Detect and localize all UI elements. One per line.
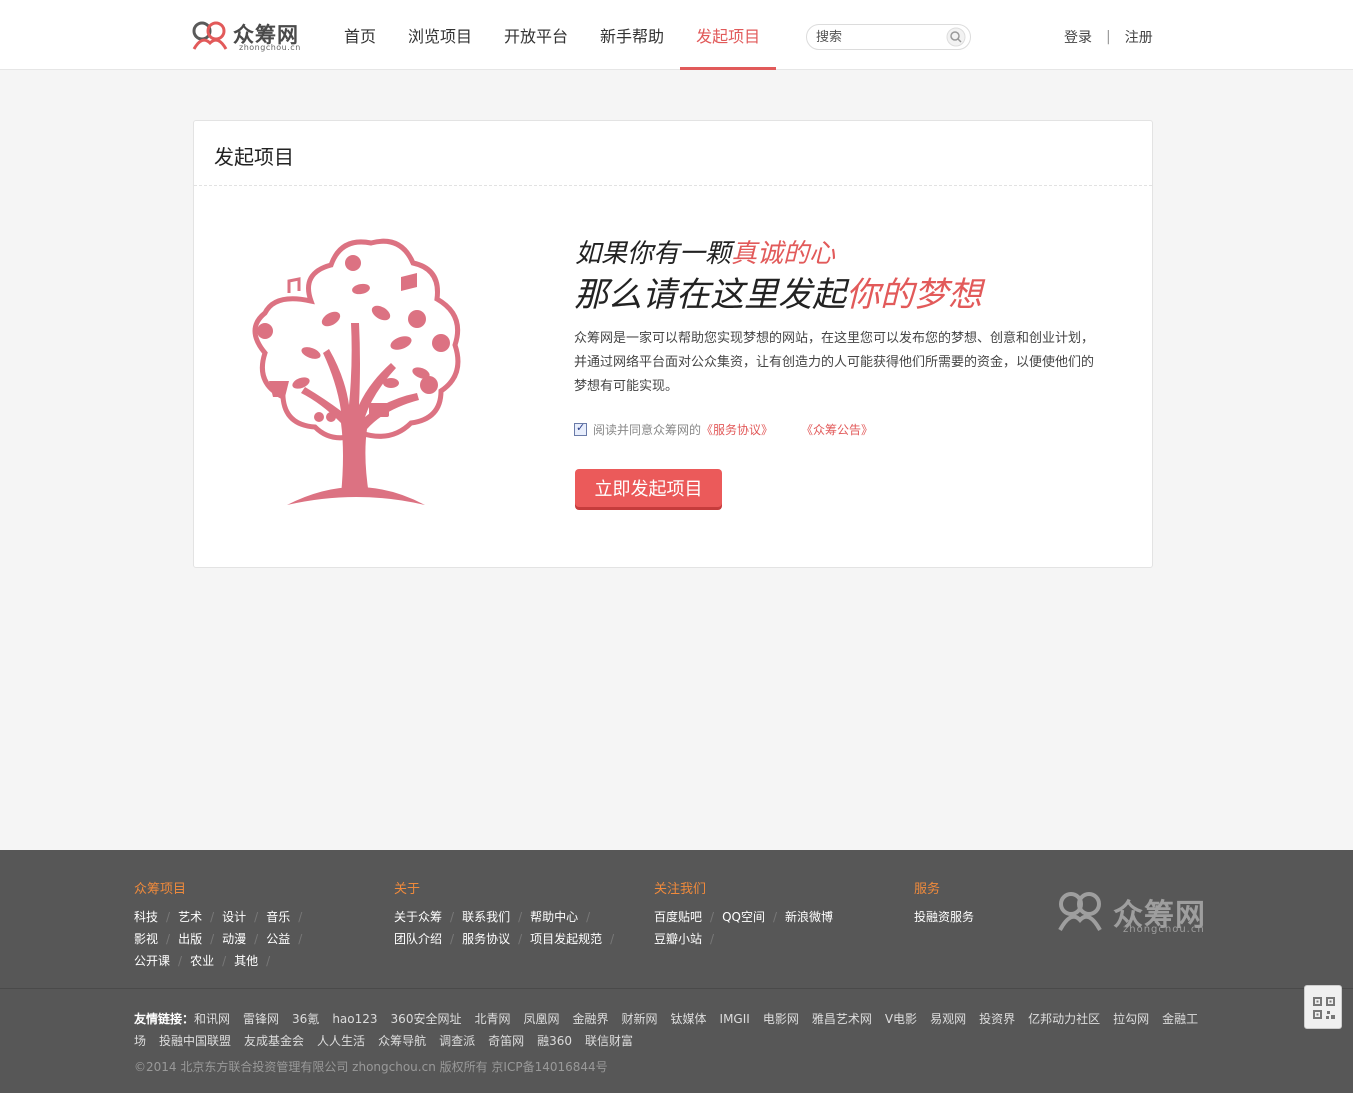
footer-logo: 众筹网 zhongchou.cn: [1056, 890, 1216, 936]
friend-link[interactable]: 投融中国联盟: [159, 1034, 231, 1048]
footer-link[interactable]: 豆瓣小站: [654, 932, 702, 946]
card-title: 发起项目: [194, 121, 1152, 186]
dream-tree-illustration: [252, 238, 461, 505]
friend-link[interactable]: 拉勾网: [1113, 1012, 1149, 1026]
footer-link[interactable]: 影视: [134, 932, 158, 946]
footer-heading: 关注我们: [654, 882, 707, 897]
friend-link[interactable]: 雷锋网: [243, 1012, 279, 1026]
auth-links: 登录 | 注册: [1064, 27, 1153, 47]
friend-link[interactable]: 北青网: [474, 1012, 510, 1026]
friend-link[interactable]: 亿邦动力社区: [1028, 1012, 1100, 1026]
friend-link[interactable]: 友成基金会: [244, 1034, 304, 1048]
search-icon[interactable]: [946, 27, 966, 47]
search-box: [806, 24, 971, 50]
agreement-row: 阅读并同意众筹网的 《服务协议》 《众筹公告》: [574, 421, 873, 438]
footer-link[interactable]: 设计: [222, 910, 246, 924]
friend-link[interactable]: 和讯网: [194, 1012, 230, 1026]
footer-col-follow: 关注我们 百度贴吧 / QQ空间 / 新浪微博 豆瓣小站 /: [654, 878, 833, 950]
footer-logo-icon: [1058, 892, 1102, 931]
friend-link[interactable]: 钛媒体: [671, 1012, 707, 1026]
slogan-line-1: 如果你有一颗真诚的心: [575, 239, 836, 269]
footer-link[interactable]: 动漫: [222, 932, 246, 946]
footer-link[interactable]: 关于众筹: [394, 910, 442, 924]
friend-link[interactable]: hao123: [332, 1012, 377, 1026]
logo-subtext: zhongchou.cn: [239, 43, 301, 52]
footer-link[interactable]: 农业: [190, 954, 214, 968]
friend-links: 友情链接：和讯网 雷锋网 36氪 hao123 360安全网址 北青网 凤凰网 金融界 财新网钛…: [134, 1008, 1214, 1052]
friend-link[interactable]: 雅昌艺术网: [812, 1012, 872, 1026]
friend-link[interactable]: 财新网: [622, 1012, 658, 1026]
friend-links-label: 友情链接：: [134, 1012, 195, 1026]
footer-link[interactable]: 投融资服务: [914, 910, 974, 924]
login-link[interactable]: 登录: [1064, 27, 1092, 47]
friend-link[interactable]: 易观网: [930, 1012, 966, 1026]
footer-link[interactable]: 其他: [234, 954, 258, 968]
qr-code-icon: [1313, 997, 1335, 1019]
agree-checkbox[interactable]: [574, 421, 587, 436]
friend-link[interactable]: 调查派: [439, 1034, 475, 1048]
site-footer: 众筹项目 科技 / 艺术 / 设计 / 音乐 / 影视 / 出版 / 动漫 / 公益 / 公开课 / 农业 / 其他…: [0, 850, 1353, 1093]
footer-link[interactable]: 出版: [178, 932, 202, 946]
footer-link[interactable]: QQ空间: [722, 910, 765, 924]
friend-link[interactable]: 36氪: [292, 1012, 319, 1026]
logo-icon: [192, 21, 228, 50]
site-header: 众筹网 zhongchou.cn 首页 浏览项目 开放平台 新手帮助 发起项目 …: [0, 0, 1353, 70]
friend-link[interactable]: 奇笛网: [488, 1034, 524, 1048]
friend-link[interactable]: IMGII: [720, 1012, 750, 1026]
nav-beginner-help[interactable]: 新手帮助: [584, 0, 680, 70]
footer-link[interactable]: 联系我们: [462, 910, 510, 924]
agree-text: 阅读并同意众筹网的: [593, 423, 702, 437]
qr-code-button[interactable]: [1304, 985, 1342, 1029]
nav-home[interactable]: 首页: [328, 0, 392, 70]
friend-link[interactable]: 金融界: [572, 1012, 608, 1026]
footer-link[interactable]: 帮助中心: [530, 910, 578, 924]
search-input[interactable]: [816, 28, 936, 46]
main-nav: 首页 浏览项目 开放平台 新手帮助 发起项目: [328, 0, 777, 70]
start-project-button[interactable]: 立即发起项目: [575, 469, 722, 507]
footer-link[interactable]: 项目发起规范: [530, 932, 602, 946]
footer-link[interactable]: 服务协议: [462, 932, 510, 946]
friend-link[interactable]: V电影: [885, 1012, 917, 1026]
footer-logo-subtext: zhongchou.cn: [1123, 924, 1205, 935]
friend-link[interactable]: 联信财富: [585, 1034, 633, 1048]
footer-heading: 众筹项目: [134, 882, 187, 897]
footer-link[interactable]: 公益: [266, 932, 290, 946]
platform-description: 众筹网是一家可以帮助您实现梦想的网站，在这里您可以发布您的梦想、创意和创业计划，…: [574, 331, 1095, 394]
friend-link[interactable]: 人人生活: [317, 1034, 365, 1048]
announcement-link[interactable]: 《众筹公告》: [801, 421, 873, 438]
launch-project-card: 发起项目 如果你有一颗真诚的心 那么请在这里发起你的梦想 众筹网是一家可以帮助您…: [193, 120, 1153, 568]
auth-divider: |: [1106, 29, 1111, 45]
footer-columns: 众筹项目 科技 / 艺术 / 设计 / 音乐 / 影视 / 出版 / 动漫 / 公益 / 公开课 / 农业 / 其他…: [0, 850, 1353, 989]
friend-link[interactable]: 众筹导航: [378, 1034, 426, 1048]
friend-link[interactable]: 360安全网址: [391, 1012, 462, 1026]
friend-link[interactable]: 凤凰网: [523, 1012, 559, 1026]
nav-launch-project[interactable]: 发起项目: [680, 0, 777, 70]
footer-link[interactable]: 百度贴吧: [654, 910, 702, 924]
register-link[interactable]: 注册: [1125, 27, 1153, 47]
footer-link[interactable]: 音乐: [266, 910, 290, 924]
footer-link[interactable]: 新浪微博: [785, 910, 833, 924]
slogan-line-2: 那么请在这里发起你的梦想: [574, 275, 982, 315]
copyright-text: ©2014 北京东方联合投资管理有限公司 zhongchou.cn 版权所有 京…: [134, 1060, 608, 1074]
footer-col-projects: 众筹项目 科技 / 艺术 / 设计 / 音乐 / 影视 / 出版 / 动漫 / 公益 / 公开课 / 农业 / 其他…: [134, 878, 310, 972]
footer-link[interactable]: 团队介绍: [394, 932, 442, 946]
nav-open-platform[interactable]: 开放平台: [488, 0, 584, 70]
footer-col-about: 关于 关于众筹 / 联系我们 / 帮助中心 / 团队介绍 / 服务协议 / 项目发起规范 /: [394, 878, 622, 950]
friend-link[interactable]: 投资界: [979, 1012, 1015, 1026]
footer-link[interactable]: 科技: [134, 910, 158, 924]
friend-link[interactable]: 电影网: [763, 1012, 799, 1026]
friend-link[interactable]: 融360: [537, 1034, 572, 1048]
nav-browse-projects[interactable]: 浏览项目: [392, 0, 488, 70]
footer-heading: 服务: [914, 882, 941, 897]
footer-link[interactable]: 公开课: [134, 954, 170, 968]
footer-heading: 关于: [394, 882, 421, 897]
service-agreement-link[interactable]: 《服务协议》: [701, 421, 773, 438]
footer-link[interactable]: 艺术: [178, 910, 202, 924]
footer-col-services: 服务 投融资服务: [914, 878, 974, 928]
site-logo[interactable]: 众筹网 zhongchou.cn: [191, 18, 306, 54]
